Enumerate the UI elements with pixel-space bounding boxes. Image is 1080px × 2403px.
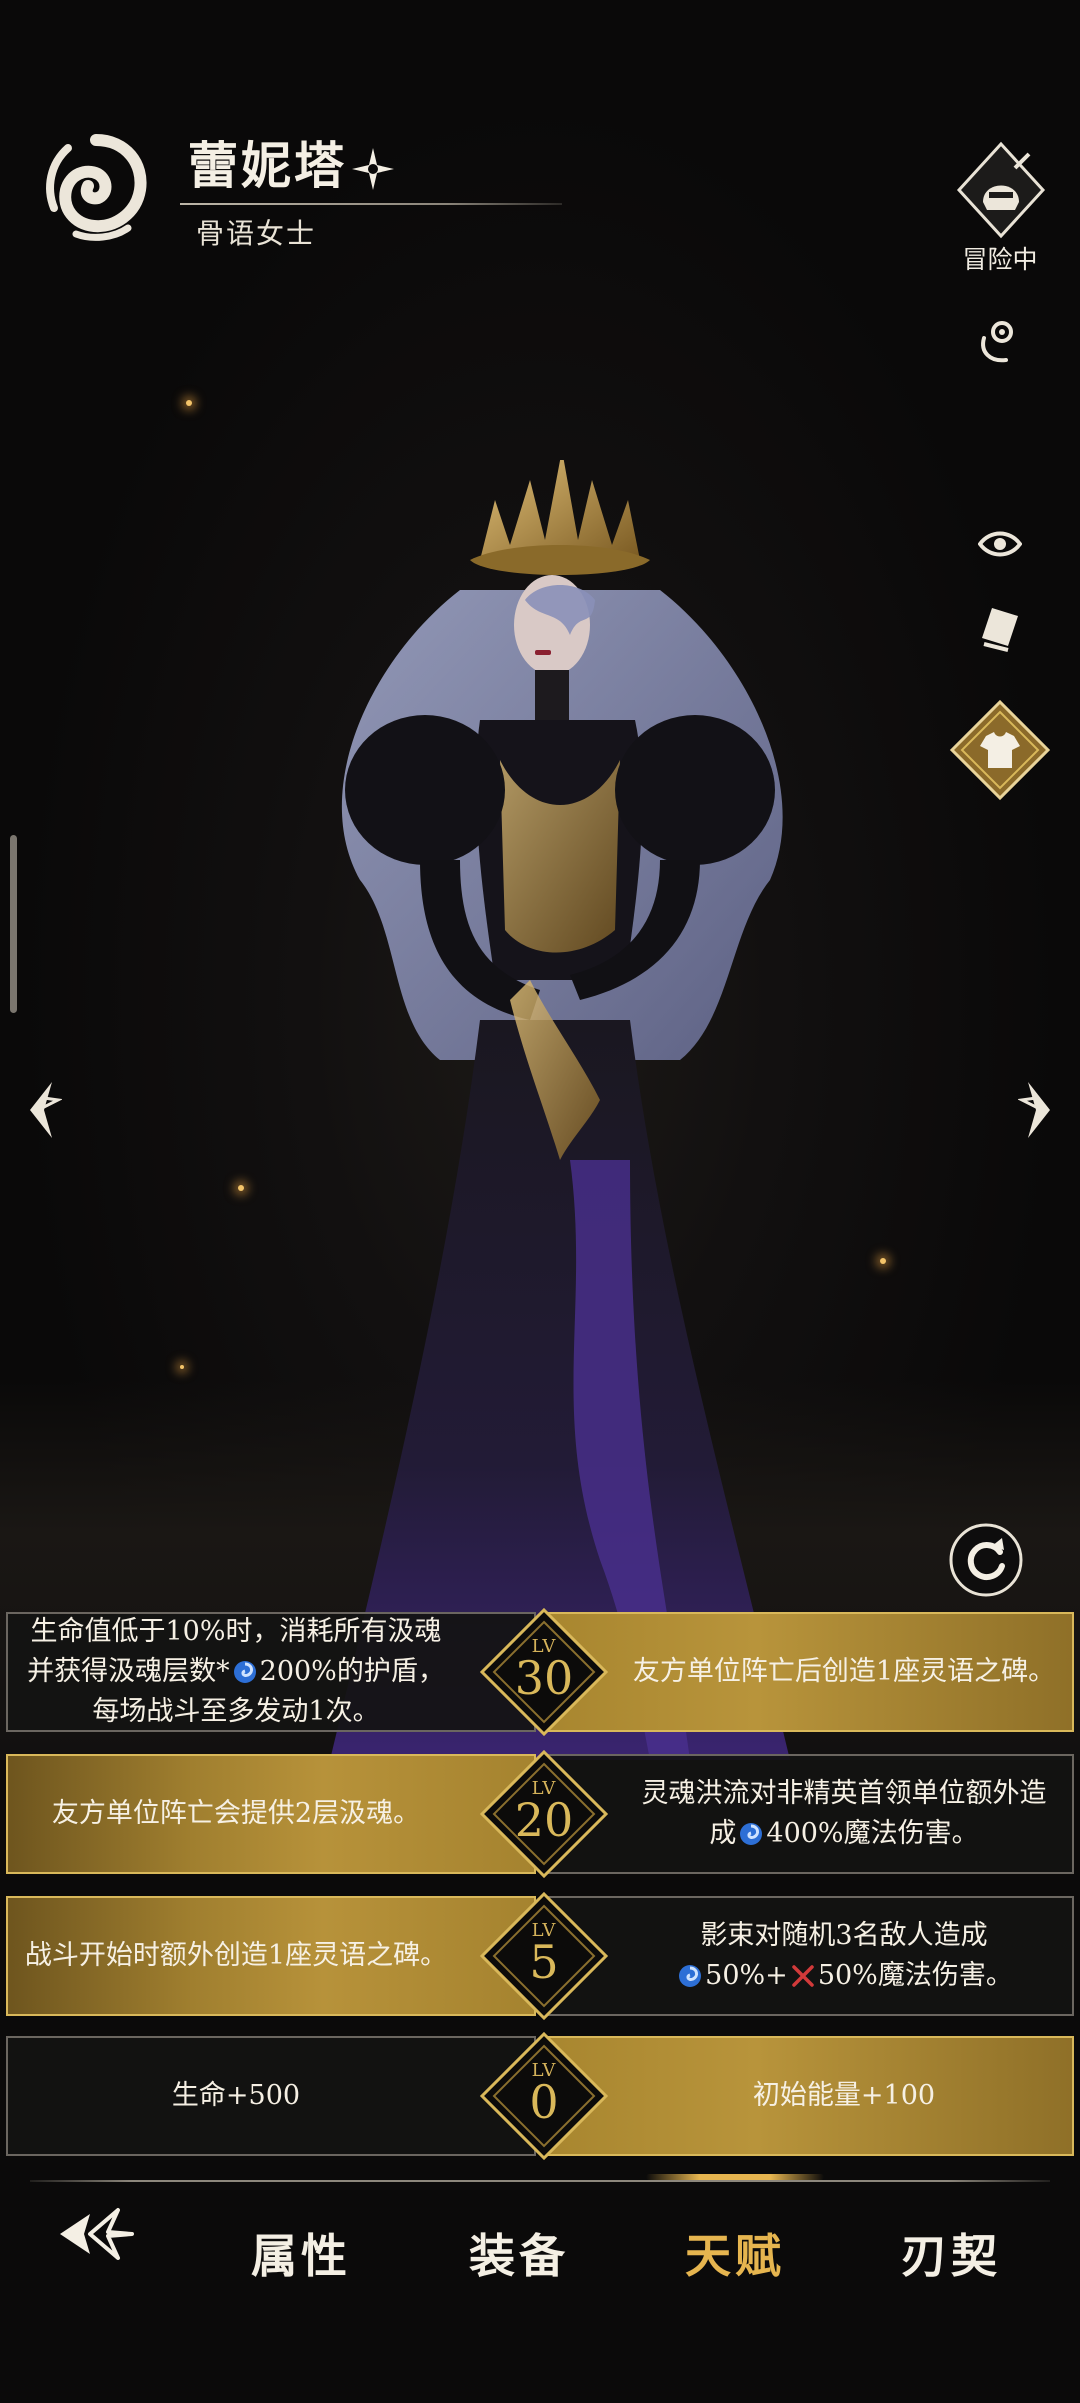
- crossed-swords-icon: [792, 1965, 814, 1987]
- soul-swirl-icon: [233, 1661, 256, 1683]
- archive-card-icon[interactable]: [978, 604, 1022, 652]
- character-scene: [0, 0, 1080, 1760]
- talent-row-lv5: 战斗开始时额外创造1座灵语之碑。 影束对随机3名敌人造成 50%+ 50%魔法伤害…: [6, 1892, 1074, 2020]
- hero-name: 蕾妮塔: [188, 136, 347, 195]
- talent-desc-right: 友方单位阵亡后创造1座灵语之碑。: [632, 1656, 1056, 1687]
- talent-option-left[interactable]: 友方单位阵亡会提供2层汲魂。: [6, 1754, 536, 1874]
- talent-desc-right-2: 400%魔法伤害。: [766, 1818, 979, 1849]
- nav-divider: [30, 2180, 1050, 2182]
- prev-hero-arrow-icon[interactable]: [22, 1078, 62, 1142]
- level-badge-diamond-icon: [480, 2032, 608, 2160]
- ember-particle: [186, 400, 192, 406]
- back-button[interactable]: [56, 2202, 136, 2266]
- level-badge-diamond-icon: [480, 1750, 608, 1878]
- ember-particle: [180, 1365, 184, 1369]
- back-arrow-icon: [60, 2208, 134, 2260]
- scroll-indicator[interactable]: [10, 835, 17, 1013]
- talent-desc-left: 战斗开始时额外创造1座灵语之碑。: [24, 1940, 448, 1971]
- nav-active-indicator: [646, 2174, 824, 2180]
- adventure-status-label: 冒险中: [962, 245, 1038, 274]
- talent-option-right[interactable]: 灵魂洪流对非精英首领单位额外造成 400%魔法伤害。: [544, 1754, 1074, 1874]
- next-hero-arrow-icon[interactable]: [1018, 1078, 1058, 1142]
- talent-option-right[interactable]: 初始能量+100: [544, 2036, 1074, 2156]
- tab-blade-pact[interactable]: 刃契: [856, 2198, 1046, 2308]
- talent-row-lv30: 生命值低于10%时，消耗所有汲魂并获得汲魂层数* 200%的护盾，每场战斗至多发动…: [6, 1608, 1074, 1736]
- ember-particle: [238, 1185, 244, 1191]
- ember-particle: [880, 1258, 886, 1264]
- talent-option-right[interactable]: 友方单位阵亡后创造1座灵语之碑。: [544, 1612, 1074, 1732]
- hero-title: 骨语女士: [196, 217, 317, 250]
- talent-desc-right: 影束对随机3名敌人造成: [700, 1920, 988, 1951]
- tab-talents[interactable]: 天赋: [640, 2198, 830, 2308]
- talent-row-lv20: 友方单位阵亡会提供2层汲魂。 灵魂洪流对非精英首领单位额外造成 400%魔法伤害。…: [6, 1750, 1074, 1878]
- eye-icon[interactable]: [978, 528, 1022, 560]
- level-badge-diamond-icon: [480, 1608, 608, 1736]
- outfit-button[interactable]: [948, 698, 1052, 802]
- talent-desc-left: 友方单位阵亡会提供2层汲魂。: [51, 1798, 421, 1829]
- talent-desc-right-mid: 50%+: [705, 1960, 788, 1991]
- tab-equipment[interactable]: 装备: [424, 2198, 614, 2308]
- voice-icon[interactable]: [976, 318, 1020, 368]
- hero-character-figure[interactable]: [330, 460, 790, 1760]
- talent-desc-left: 生命+500: [171, 2080, 301, 2111]
- star-rank-icon: [352, 148, 394, 190]
- talent-option-right[interactable]: 影束对随机3名敌人造成 50%+ 50%魔法伤害。: [544, 1896, 1074, 2016]
- talent-desc-right: 初始能量+100: [752, 2080, 936, 2111]
- tab-attributes[interactable]: 属性: [206, 2198, 396, 2308]
- soul-swirl-icon: [740, 1823, 763, 1845]
- rotate-view-button[interactable]: [948, 1522, 1024, 1598]
- talent-desc-right-2: 50%魔法伤害。: [817, 1960, 1013, 1991]
- talent-option-left[interactable]: 战斗开始时额外创造1座灵语之碑。: [6, 1896, 536, 2016]
- faction-swirl-icon: [46, 134, 147, 241]
- soul-swirl-icon: [679, 1965, 702, 1987]
- talent-option-left[interactable]: 生命值低于10%时，消耗所有汲魂并获得汲魂层数* 200%的护盾，每场战斗至多发动…: [6, 1612, 536, 1732]
- talent-row-lv0: 生命+500 初始能量+100 LV 0: [6, 2032, 1074, 2160]
- talent-option-left[interactable]: 生命+500: [6, 2036, 536, 2156]
- level-badge-diamond-icon: [480, 1892, 608, 2020]
- name-divider: [180, 203, 562, 205]
